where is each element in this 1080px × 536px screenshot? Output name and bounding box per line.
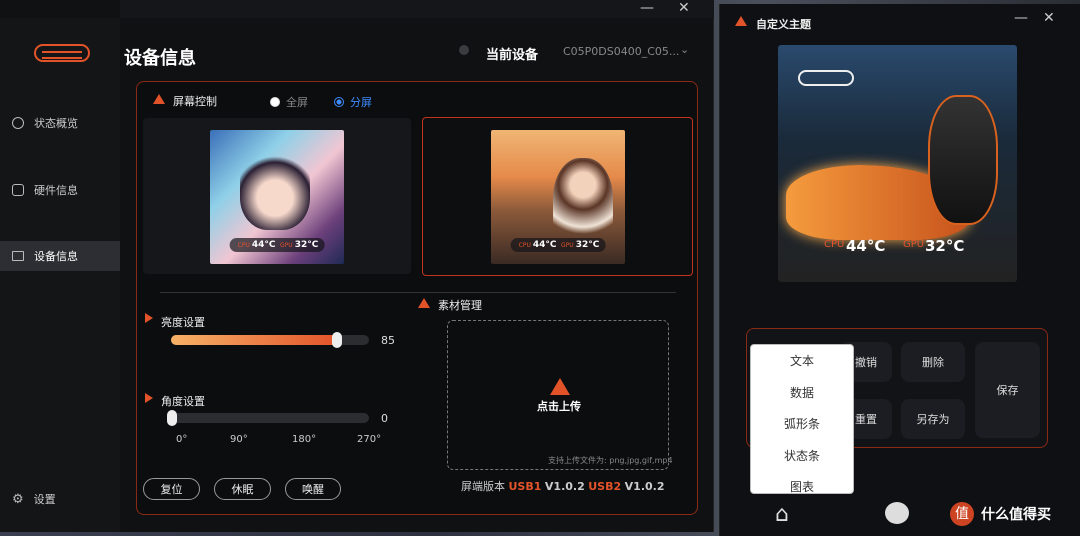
sidebar-item-label: 状态概览	[34, 117, 78, 130]
menu-item-arc-bar[interactable]: 弧形条	[751, 408, 853, 440]
gpu-temp: 32°C	[925, 237, 965, 255]
radio-fullscreen[interactable]: 全屏	[270, 94, 308, 110]
upload-icon	[550, 378, 570, 395]
brightness-label: 亮度设置	[161, 316, 205, 329]
reset-button[interactable]: 复位	[143, 478, 200, 500]
radio-selected-icon	[334, 97, 344, 107]
chevron-down-icon[interactable]: ⌄	[680, 43, 689, 56]
temp-chip: CPU 44°C GPU 32°C	[229, 238, 325, 252]
current-device-label: 当前设备	[486, 48, 539, 63]
angle-tick: 270°	[357, 434, 382, 445]
rider-illustration	[928, 95, 998, 225]
sidebar-item-hardware[interactable]: 硬件信息	[0, 175, 120, 205]
monitor-icon	[12, 251, 24, 261]
section-divider	[160, 292, 676, 293]
gear-icon: ⚙	[12, 491, 24, 507]
minimize-icon[interactable]: —	[1014, 10, 1028, 26]
sidebar-item-device[interactable]: 设备信息	[0, 241, 120, 271]
temp-chip: CPU 44°C GPU 32°C	[510, 238, 606, 252]
device-status-dot	[459, 45, 469, 55]
watermark-logo: 值	[950, 502, 974, 526]
brightness-value: 85	[381, 334, 395, 347]
close-icon[interactable]: ✕	[1043, 10, 1055, 26]
anime-portrait	[553, 158, 613, 248]
delete-button[interactable]: 删除	[901, 342, 965, 382]
menu-item-text[interactable]: 文本	[751, 345, 853, 377]
cps-logo	[798, 70, 854, 86]
screen-control-title: 屏幕控制	[173, 95, 217, 108]
copy-icon	[12, 184, 24, 196]
angle-tick: 90°	[230, 434, 248, 445]
menu-item-data[interactable]: 数据	[751, 377, 853, 409]
minimize-icon[interactable]: —	[640, 0, 654, 16]
angle-label: 角度设置	[161, 395, 205, 408]
save-button[interactable]: 保存	[975, 342, 1040, 438]
device-select[interactable]: C05P0DS0400_C05...	[563, 45, 679, 58]
angle-tick: 180°	[292, 434, 317, 445]
add-element-menu: 文本 数据 弧形条 状态条 图表	[750, 344, 854, 494]
sidebar-item-label: 设备信息	[34, 250, 78, 263]
sidebar-item-label: 设置	[33, 493, 56, 506]
brand-triangle-icon	[153, 94, 165, 104]
sleep-button[interactable]: 休眠	[214, 478, 271, 500]
angle-value: 0	[381, 412, 388, 425]
upload-formats: 支持上传文件为: png,jpg,gif,mp4	[548, 456, 673, 465]
home-icon[interactable]: ⌂	[775, 502, 789, 527]
screen-right-image: CPU 44°C GPU 32°C	[491, 130, 625, 264]
watermark-text: 什么值得买	[981, 507, 1051, 523]
radio-label: 分屏	[350, 96, 372, 109]
cpu-temp: 44°C	[846, 237, 886, 255]
brand-triangle-icon	[418, 298, 430, 308]
material-title: 素材管理	[438, 299, 482, 312]
theme-window-title: 自定义主题	[756, 18, 811, 31]
page-title: 设备信息	[124, 48, 196, 69]
cps-logo	[34, 44, 90, 62]
sidebar-item-status[interactable]: 状态概览	[0, 108, 120, 138]
theme-preview[interactable]: CPU 44°C GPU 32°C	[778, 45, 1017, 282]
sidebar	[0, 18, 120, 532]
menu-item-status-bar[interactable]: 状态条	[751, 440, 853, 472]
gpu-label: GPU	[903, 239, 925, 250]
save-as-button[interactable]: 另存为	[901, 399, 965, 439]
cpu-label: CPU	[824, 239, 845, 250]
upload-dropzone[interactable]	[447, 320, 669, 470]
firmware-version: 屏端版本 USB1 V1.0.2 USB2 V1.0.2	[461, 480, 665, 493]
angle-slider-track[interactable]	[171, 413, 369, 423]
radio-icon	[270, 97, 280, 107]
sidebar-item-label: 硬件信息	[34, 184, 78, 197]
palette-icon[interactable]	[885, 502, 909, 524]
upload-label: 点击上传	[537, 400, 581, 413]
sidebar-item-settings[interactable]: ⚙ 设置	[0, 487, 120, 511]
section-arrow-icon	[145, 313, 153, 323]
radio-label: 全屏	[286, 96, 308, 109]
main-titlebar	[120, 0, 714, 18]
brightness-slider-fill	[171, 335, 339, 345]
menu-item-chart[interactable]: 图表	[751, 471, 853, 493]
anime-portrait	[240, 150, 310, 230]
wake-button[interactable]: 唤醒	[285, 478, 341, 500]
brightness-slider-handle[interactable]	[332, 332, 342, 348]
gauge-icon	[12, 117, 24, 129]
angle-tick: 0°	[176, 434, 188, 445]
brand-triangle-icon	[735, 16, 747, 26]
radio-splitscreen[interactable]: 分屏	[334, 94, 372, 110]
angle-slider-handle[interactable]	[167, 410, 177, 426]
close-icon[interactable]: ✕	[678, 0, 690, 16]
screen-left-image: CPU 44°C GPU 32°C	[210, 130, 344, 264]
section-arrow-icon	[145, 393, 153, 403]
